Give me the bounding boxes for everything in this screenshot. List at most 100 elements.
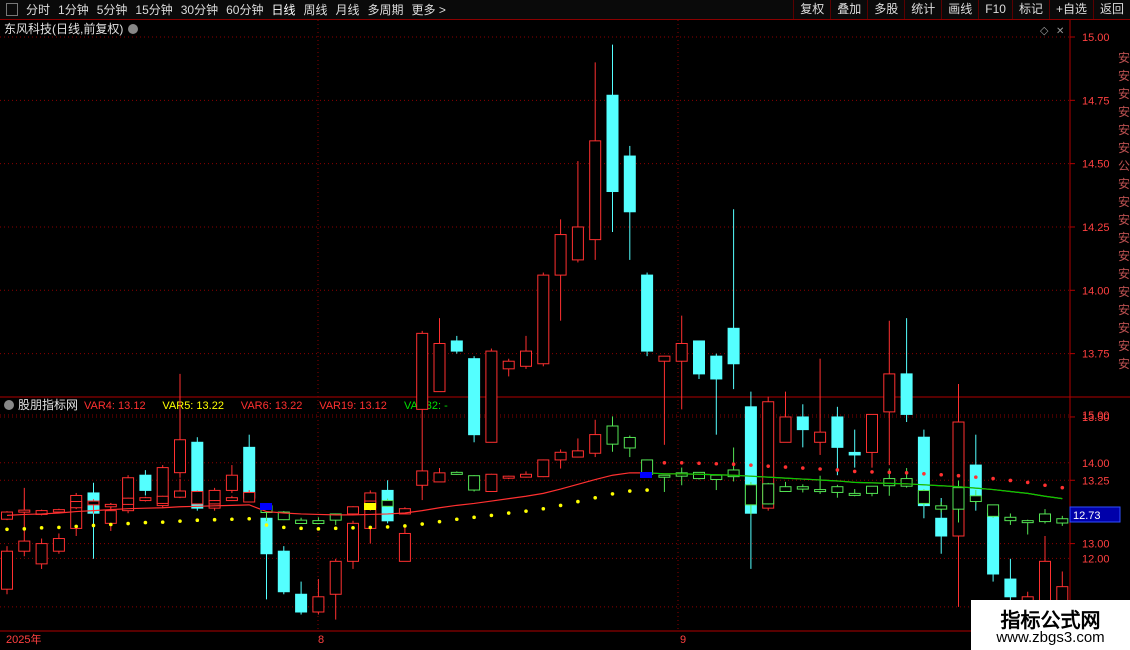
yellow-dot [593, 495, 597, 500]
toolbar-button[interactable]: +自选 [1048, 0, 1093, 19]
toolbar-button[interactable]: 多股 [867, 0, 904, 19]
yellow-dot [333, 526, 338, 531]
sub-candle [675, 467, 688, 486]
candle-body [883, 373, 896, 413]
side-strip-char: 安 [1118, 284, 1130, 299]
sub-candle-body [537, 459, 550, 478]
sub-candle [122, 497, 135, 505]
sub-candle-body [139, 497, 152, 502]
candle [866, 413, 878, 468]
red-dot [662, 460, 667, 465]
red-dot [922, 471, 926, 476]
layout-icon[interactable] [6, 3, 18, 16]
timeframe-tab[interactable]: 5分钟 [93, 1, 132, 18]
toolbar-button[interactable]: 标记 [1011, 0, 1049, 19]
candle [225, 465, 238, 493]
yellow-dot [506, 511, 511, 515]
candle-body [1039, 560, 1051, 603]
yellow-dot [455, 517, 459, 522]
timeframe-tab[interactable]: 60分钟 [222, 1, 267, 18]
red-dot [1043, 483, 1047, 488]
yellow-dot [91, 523, 96, 528]
sub-candle-body [779, 486, 792, 492]
main-price-tick: 13.00 [1082, 539, 1110, 551]
sub-candle-body [485, 473, 498, 492]
timeframe-tab[interactable]: 多周期 [364, 1, 408, 18]
timeframe-tab[interactable]: 分时 [22, 1, 54, 18]
candle [139, 470, 152, 496]
side-strip-char: 安 [1118, 104, 1130, 119]
toolbar-button[interactable]: 画线 [941, 0, 978, 19]
sub-candle [174, 478, 186, 499]
sub-candle [347, 506, 359, 516]
yellow-dot [541, 506, 546, 511]
candle [450, 335, 463, 354]
toolbar-button[interactable]: F10 [978, 0, 1012, 19]
yellow-dot [558, 503, 563, 508]
candle-body [416, 332, 429, 410]
candle [433, 318, 446, 393]
sub-candle-body [174, 490, 186, 498]
yellow-dot [195, 518, 200, 523]
sub-candle [537, 459, 550, 478]
sub-candle [831, 484, 844, 498]
timeframe-tab[interactable]: 15分钟 [131, 1, 176, 18]
timeframe-tab[interactable]: 更多 > [408, 1, 450, 18]
sub-candle-body [104, 503, 117, 508]
candle-body [1, 550, 13, 590]
candle [537, 272, 550, 367]
yellow-dot [489, 513, 494, 518]
sub-candle-body [693, 471, 705, 480]
timeframe-tab[interactable]: 1分钟 [54, 1, 93, 18]
candle [571, 161, 584, 263]
sub-candle [433, 468, 446, 483]
sub-candle [450, 471, 463, 475]
side-strip-char: 安 [1118, 302, 1130, 317]
candle-body [606, 94, 619, 193]
yellow-dot [628, 489, 632, 493]
stock-chart[interactable]: 15.0014.7514.5014.2514.0013.7513.5013.25… [0, 20, 1130, 650]
red-dot [852, 469, 857, 474]
yellow-dot [264, 523, 269, 527]
x-axis-label: 9 [680, 634, 686, 646]
candle-body [641, 274, 654, 352]
timeframe-tab[interactable]: 月线 [332, 1, 364, 18]
candle [243, 434, 256, 499]
timeframe-tab[interactable]: 周线 [299, 1, 331, 18]
toolbar-button[interactable]: 叠加 [830, 0, 867, 19]
sub-candle-body [381, 500, 394, 507]
toolbar-button[interactable]: 复权 [793, 0, 830, 19]
indicator-legend-item: VAR19: 13.12 [319, 400, 387, 412]
candle-body [225, 474, 238, 491]
side-strip-char: 安 [1118, 140, 1130, 155]
yellow-dot [472, 515, 476, 520]
side-strip-char: 安 [1118, 338, 1130, 353]
sub-candle-body [623, 436, 636, 449]
sub-candle [900, 468, 913, 488]
candle [831, 406, 844, 476]
red-dot [974, 475, 978, 479]
yellow-dot [576, 499, 580, 504]
toolbar-button[interactable]: 统计 [904, 0, 941, 19]
sub-candle [225, 495, 238, 502]
sub-candle [1056, 515, 1069, 526]
sub-candle [796, 484, 809, 493]
sub-candle-body [883, 478, 896, 487]
candle [174, 373, 186, 478]
toolbar-button[interactable]: 返回 [1092, 0, 1130, 19]
candle [364, 490, 377, 544]
candle-body [52, 538, 65, 552]
sub-candle [295, 517, 308, 525]
candle-body [398, 532, 411, 562]
sub-candle [416, 470, 429, 501]
candle [35, 538, 48, 569]
yellow-dot [351, 526, 355, 530]
timeframe-tab[interactable]: 日线 [267, 1, 299, 18]
sub-candle-body [1021, 520, 1034, 524]
candle-body [295, 593, 308, 613]
red-dot [679, 460, 684, 465]
timeframe-tab[interactable]: 30分钟 [177, 1, 222, 18]
sub-candle [710, 474, 723, 491]
red-dot [887, 470, 892, 475]
sub-candle [762, 482, 775, 505]
